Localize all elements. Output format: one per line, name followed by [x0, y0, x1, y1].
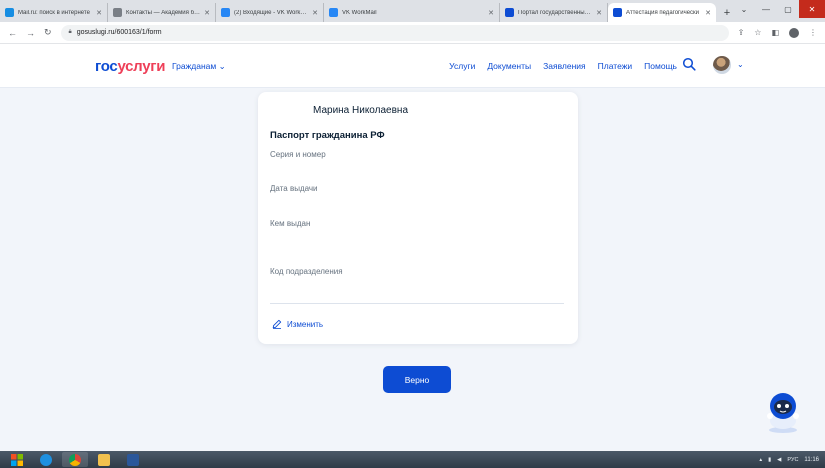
- windows-logo-icon: [11, 453, 23, 466]
- windows-taskbar: ▴ ▮ ◀ РУС 11:16: [0, 451, 825, 468]
- pencil-icon: [272, 319, 282, 329]
- tab-search-icon[interactable]: ⌄: [733, 0, 755, 18]
- network-icon[interactable]: ▮: [768, 457, 771, 463]
- tab-title: Аттестация педагогически: [626, 9, 700, 16]
- share-icon[interactable]: ⇪: [738, 28, 745, 37]
- gosuslugi-favicon-icon: [613, 8, 622, 17]
- nav-applications[interactable]: Заявления: [543, 61, 586, 71]
- workmail-favicon-icon: [329, 8, 338, 17]
- menu-kebab-icon[interactable]: ⋮: [809, 28, 817, 37]
- system-tray: ▴ ▮ ◀ РУС 11:16: [759, 451, 819, 468]
- file-explorer-icon[interactable]: [91, 452, 117, 467]
- passport-card: Марина Николаевна Паспорт гражданина РФ …: [258, 92, 578, 344]
- gosuslugi-favicon-icon: [505, 8, 514, 17]
- document-title: Паспорт гражданина РФ: [270, 130, 385, 141]
- side-panel-icon[interactable]: ◧: [771, 28, 779, 37]
- browser-tab-mail[interactable]: Mail.ru: поиск в интернете ✕: [0, 3, 108, 22]
- logo-part-uslugi: услуги: [117, 58, 166, 75]
- confirm-button[interactable]: Верно: [383, 366, 451, 393]
- browser-tab-workmail[interactable]: VK WorkMail ✕: [324, 3, 500, 22]
- browser-tab-contacts[interactable]: Контакты — Академия бор ✕: [108, 3, 216, 22]
- chevron-down-icon: ⌄: [218, 61, 226, 71]
- nav-documents[interactable]: Документы: [487, 61, 531, 71]
- field-label-issued-by: Кем выдан: [270, 219, 311, 228]
- browser-tab-inbox[interactable]: (2) Входящие - VK WorkMail ✕: [216, 3, 324, 22]
- close-tab-icon[interactable]: ✕: [705, 9, 711, 17]
- contacts-favicon-icon: [113, 8, 122, 17]
- logo-part-gos: гос: [95, 58, 118, 75]
- edit-label: Изменить: [287, 319, 324, 329]
- workmail-favicon-icon: [221, 8, 230, 17]
- search-icon[interactable]: [682, 57, 696, 71]
- edit-link[interactable]: Изменить: [272, 319, 323, 329]
- address-url: gosuslugi.ru/600163/1/form: [76, 29, 162, 36]
- browser-tab-attestation[interactable]: Аттестация педагогически ✕: [608, 3, 716, 22]
- close-tab-icon[interactable]: ✕: [488, 9, 494, 17]
- mailru-favicon-icon: [5, 8, 14, 17]
- tray-arrow-icon[interactable]: ▴: [759, 457, 762, 463]
- nav-services[interactable]: Услуги: [449, 61, 475, 71]
- close-tab-icon[interactable]: ✕: [596, 9, 602, 17]
- field-label-series-number: Серия и номер: [270, 150, 326, 159]
- user-avatar[interactable]: [713, 56, 731, 74]
- chevron-down-icon[interactable]: ⌄: [737, 60, 744, 69]
- audience-label: Гражданам: [172, 61, 217, 71]
- tab-title: (2) Входящие - VK WorkMail: [234, 9, 309, 16]
- nav-payments[interactable]: Платежи: [598, 61, 632, 71]
- tab-title: Портал государственных у: [518, 9, 593, 16]
- window-controls: ⌄ — ▢ ✕: [733, 0, 825, 20]
- gosuslugi-logo[interactable]: госуслуги: [95, 58, 165, 75]
- close-tab-icon[interactable]: ✕: [204, 9, 210, 17]
- reload-icon[interactable]: ↻: [44, 27, 52, 38]
- internet-explorer-icon[interactable]: [33, 452, 59, 467]
- forward-arrow-icon[interactable]: →: [26, 28, 35, 38]
- robot-assistant-icon[interactable]: [762, 388, 804, 434]
- chrome-icon[interactable]: [62, 452, 88, 467]
- minimize-icon[interactable]: —: [755, 0, 777, 18]
- tab-title: Mail.ru: поиск в интернете: [18, 9, 90, 16]
- close-tab-icon[interactable]: ✕: [312, 9, 318, 17]
- back-arrow-icon[interactable]: ←: [8, 28, 17, 38]
- field-label-issue-date: Дата выдачи: [270, 184, 318, 193]
- nav-help[interactable]: Помощь: [644, 61, 677, 71]
- browser-tab-strip: Mail.ru: поиск в интернете ✕ Контакты — …: [0, 0, 825, 22]
- browser-tab-gosuslugi[interactable]: Портал государственных у ✕: [500, 3, 608, 22]
- audience-selector[interactable]: Гражданам ⌄: [172, 61, 226, 72]
- word-icon[interactable]: [120, 452, 146, 467]
- bookmark-star-icon[interactable]: ☆: [754, 28, 761, 37]
- close-tab-icon[interactable]: ✕: [96, 9, 102, 17]
- close-window-icon[interactable]: ✕: [799, 0, 825, 18]
- lock-icon[interactable]: 🔒︎: [69, 29, 72, 36]
- browser-toolbar: ← → ↻ 🔒︎ gosuslugi.ru/600163/1/form ⇪ ☆ …: [0, 22, 825, 44]
- site-header: госуслуги Гражданам ⌄ Услуги Документы З…: [0, 44, 825, 88]
- maximize-icon[interactable]: ▢: [777, 0, 799, 18]
- user-full-name: Марина Николаевна: [313, 105, 409, 116]
- browser-tools: ⇪ ☆ ◧ ⋮: [738, 27, 817, 38]
- windows-start-icon[interactable]: [4, 452, 30, 467]
- volume-icon[interactable]: ◀: [777, 457, 781, 463]
- tab-title: Контакты — Академия бор: [126, 9, 201, 16]
- profile-avatar-icon[interactable]: [789, 27, 799, 38]
- main-nav: Услуги Документы Заявления Платежи Помощ…: [449, 61, 677, 71]
- clock[interactable]: 11:16: [804, 457, 819, 463]
- address-bar[interactable]: 🔒︎ gosuslugi.ru/600163/1/form: [60, 24, 729, 41]
- field-label-division-code: Код подразделения: [270, 267, 343, 276]
- tab-title: VK WorkMail: [342, 9, 377, 16]
- language-indicator[interactable]: РУС: [787, 457, 798, 463]
- card-divider: [270, 303, 564, 304]
